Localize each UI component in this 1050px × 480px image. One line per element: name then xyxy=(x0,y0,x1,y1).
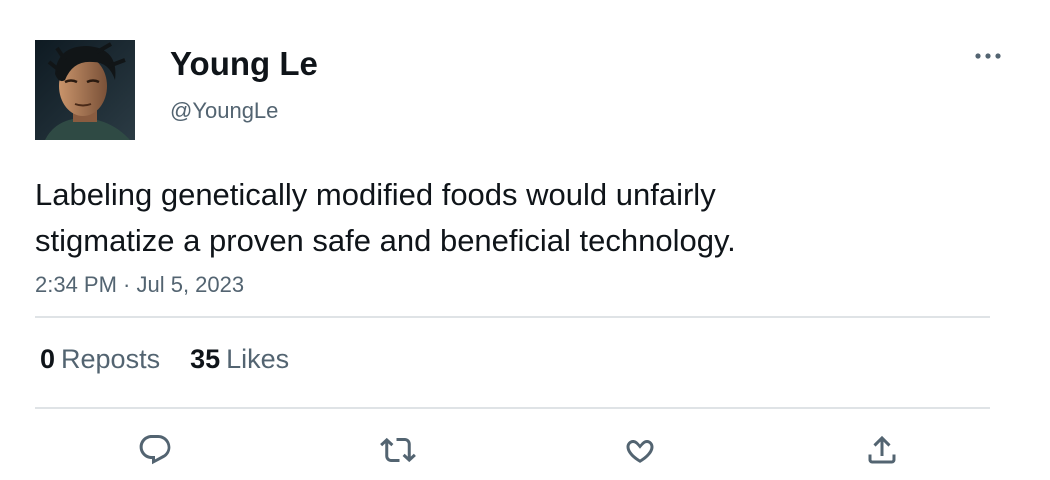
author-handle[interactable]: @YoungLe xyxy=(170,97,278,125)
tweet-text-line: Labeling genetically modified foods woul… xyxy=(35,177,716,212)
avatar[interactable] xyxy=(35,40,135,140)
repost-button[interactable] xyxy=(376,428,420,472)
likes-stat[interactable]: 35 Likes xyxy=(190,342,289,376)
reposts-stat[interactable]: 0 Reposts xyxy=(40,342,160,376)
tweet-stats: 0 Reposts 35 Likes xyxy=(40,342,289,376)
tweet-timestamp[interactable]: 2:34 PM · Jul 5, 2023 xyxy=(35,270,244,300)
likes-label: Likes xyxy=(226,344,290,374)
reply-icon xyxy=(139,435,171,465)
more-icon xyxy=(975,53,1001,59)
author-display-name[interactable]: Young Le xyxy=(170,44,318,84)
reposts-count: 0 xyxy=(40,344,56,374)
more-options-button[interactable] xyxy=(970,42,1006,70)
tweet-text-line: stigmatize a proven safe and beneficial … xyxy=(35,223,736,258)
divider xyxy=(35,316,990,318)
likes-count: 35 xyxy=(190,344,221,374)
reposts-label: Reposts xyxy=(61,344,161,374)
tweet-card: Young Le @YoungLe Labeling genetically m… xyxy=(0,0,1050,480)
like-icon xyxy=(626,439,654,463)
reply-button[interactable] xyxy=(133,428,177,472)
share-button[interactable] xyxy=(860,428,904,472)
like-button[interactable] xyxy=(618,428,662,472)
divider xyxy=(35,407,990,409)
repost-icon xyxy=(380,437,416,463)
profile-photo xyxy=(35,40,135,140)
share-icon xyxy=(868,435,896,464)
tweet-text: Labeling genetically modified foods woul… xyxy=(35,172,995,264)
